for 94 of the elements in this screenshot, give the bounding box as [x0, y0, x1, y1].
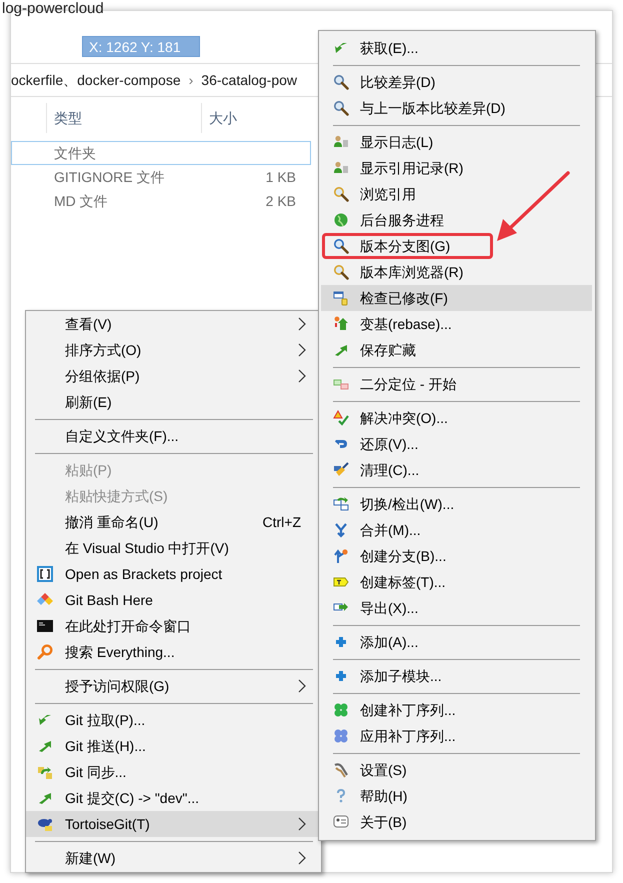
clover-icon — [333, 728, 349, 744]
menu-item[interactable]: 创建补丁序列... — [321, 697, 592, 723]
file-size: 1 KB — [264, 168, 296, 186]
magnifier-icon — [333, 186, 349, 202]
breadcrumb-item[interactable]: ockerfile、docker-compose — [11, 70, 181, 90]
menu-item[interactable]: 设置(S) — [321, 757, 592, 783]
menu-item[interactable]: Git 同步... — [26, 759, 321, 785]
menu-item[interactable]: 应用补丁序列... — [321, 723, 592, 749]
menu-item[interactable]: 显示引用记录(R) — [321, 155, 592, 181]
menu-item[interactable]: 显示日志(L) — [321, 129, 592, 155]
brackets-icon — [37, 566, 53, 582]
window-icon — [333, 290, 349, 306]
arrow-icon — [333, 342, 349, 358]
menu-item[interactable]: 清理(C)... — [321, 457, 592, 483]
magnifier-icon — [333, 264, 349, 280]
arrow-icon — [37, 738, 53, 754]
tortoise-icon — [37, 816, 53, 832]
menu-item[interactable]: 刷新(E) — [26, 389, 321, 415]
magnifier-icon — [333, 74, 349, 90]
menu-item[interactable]: 变基(rebase)... — [321, 311, 592, 337]
menu-item[interactable]: 在此处打开命令窗口 — [26, 613, 321, 639]
menu-item[interactable]: 还原(V)... — [321, 431, 592, 457]
menu-item[interactable]: 撤消 重命名(U) Ctrl+Z — [26, 509, 321, 535]
file-type: 文件夹 — [54, 144, 97, 162]
file-row[interactable]: 文件夹 — [11, 141, 311, 165]
menu-item[interactable]: 查看(V) — [26, 311, 321, 337]
arrow-icon — [333, 40, 349, 56]
search-icon — [37, 644, 53, 660]
menu-item[interactable]: 版本分支图(G) — [321, 233, 592, 259]
menu-item[interactable]: 在 Visual Studio 中打开(V) — [26, 535, 321, 561]
menu-item[interactable]: 导出(X)... — [321, 595, 592, 621]
branch-icon — [333, 548, 349, 564]
window-title: log-powercloud — [2, 0, 104, 18]
menu-item[interactable]: 添加(A)... — [321, 629, 592, 655]
menu-item[interactable]: Git 提交(C) -> "dev"... — [26, 785, 321, 811]
magnifier-icon — [333, 100, 349, 116]
coordinate-tooltip: X: 1262 Y: 181 — [82, 36, 200, 57]
shortcut-text: Ctrl+Z — [262, 512, 301, 532]
menu-item[interactable]: 版本库浏览器(R) — [321, 259, 592, 285]
rebase-icon — [333, 316, 349, 332]
user-icon — [333, 134, 349, 150]
user-icon — [333, 160, 349, 176]
menu-item[interactable]: 帮助(H) — [321, 783, 592, 809]
menu-item[interactable]: 获取(E)... — [321, 35, 592, 61]
menu-item[interactable]: 解决冲突(O)... — [321, 405, 592, 431]
menu-item[interactable]: Git 推送(H)... — [26, 733, 321, 759]
plus-icon — [333, 634, 349, 650]
menu-item[interactable]: 浏览引用 — [321, 181, 592, 207]
plus-icon — [333, 668, 349, 684]
menu-item[interactable]: 创建标签(T)... — [321, 569, 592, 595]
breadcrumb-item[interactable]: 36-catalog-pow — [201, 70, 298, 90]
clover-icon — [333, 702, 349, 718]
file-type: MD 文件 — [54, 192, 109, 210]
menu-item[interactable]: 保存贮藏 — [321, 337, 592, 363]
menu-item[interactable]: 添加子模块... — [321, 663, 592, 689]
menu-item[interactable]: 排序方式(O) — [26, 337, 321, 363]
file-row[interactable]: MD 文件 2 KB — [11, 189, 311, 213]
menu-item[interactable]: 授予访问权限(G) — [26, 673, 321, 699]
diamond-icon — [37, 592, 53, 608]
menu-item[interactable]: 与上一版本比较差异(D) — [321, 95, 592, 121]
menu-item[interactable]: 二分定位 - 开始 — [321, 371, 592, 397]
menu-item[interactable]: 新建(W) — [26, 845, 321, 871]
column-header[interactable]: 类型 — [46, 103, 201, 133]
file-size: 2 KB — [264, 192, 296, 210]
switch-icon — [333, 496, 349, 512]
menu-item[interactable]: Git 拉取(P)... — [26, 707, 321, 733]
menu-item[interactable]: Open as Brackets project — [26, 561, 321, 587]
menu-item[interactable]: 检查已修改(F) — [321, 285, 592, 311]
menu-item[interactable]: 后台服务进程 — [321, 207, 592, 233]
menu-item[interactable]: 合并(M)... — [321, 517, 592, 543]
globe-icon — [333, 212, 349, 228]
terminal-icon — [37, 618, 53, 634]
file-row[interactable]: GITIGNORE 文件 1 KB — [11, 165, 311, 189]
menu-item[interactable]: 比较差异(D) — [321, 69, 592, 95]
file-type: GITIGNORE 文件 — [54, 168, 166, 186]
menu-item[interactable]: 关于(B) — [321, 809, 592, 835]
menu-item[interactable]: TortoiseGit(T) — [26, 811, 321, 837]
sync-icon — [37, 764, 53, 780]
menu-item[interactable]: 创建分支(B)... — [321, 543, 592, 569]
merge-icon — [333, 522, 349, 538]
settings-icon — [333, 762, 349, 778]
card-icon — [333, 814, 349, 830]
menu-item[interactable]: Git Bash Here — [26, 587, 321, 613]
arrow-icon — [37, 790, 53, 806]
menu-item[interactable]: 切换/检出(W)... — [321, 491, 592, 517]
broom-icon — [333, 462, 349, 478]
menu-item[interactable]: 分组依据(P) — [26, 363, 321, 389]
menu-item[interactable]: 搜索 Everything... — [26, 639, 321, 665]
column-header[interactable]: 大小 — [201, 103, 304, 133]
conflict-icon — [333, 410, 349, 426]
arrow-icon — [37, 712, 53, 728]
magnifier-icon — [333, 238, 349, 254]
breadcrumb-separator: › — [188, 70, 194, 90]
menu-item[interactable]: 自定义文件夹(F)... — [26, 423, 321, 449]
